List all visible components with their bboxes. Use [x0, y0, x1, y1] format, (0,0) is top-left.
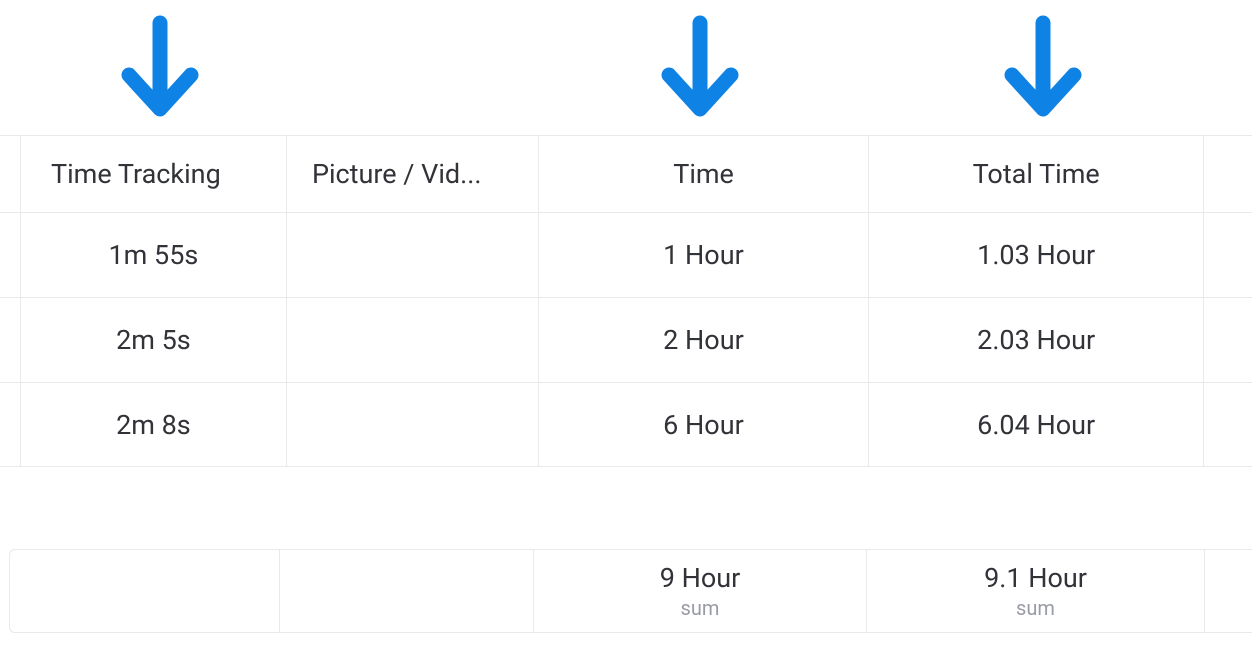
summary-trailing	[1205, 550, 1252, 632]
cell-total-time[interactable]: 2.03 Hour	[869, 298, 1204, 382]
summary-total-time-label: sum	[1016, 596, 1055, 620]
row-leading-spacer	[0, 298, 21, 382]
summary-time-value: 9 Hour	[660, 562, 741, 594]
table-row[interactable]: 2m 5s 2 Hour 2.03 Hour	[0, 297, 1252, 382]
cell-trailing	[1204, 383, 1252, 466]
table-row[interactable]: 2m 8s 6 Hour 6.04 Hour	[0, 382, 1252, 467]
cell-total-time[interactable]: 1.03 Hour	[869, 213, 1204, 297]
summary-cell-time-tracking[interactable]	[12, 550, 280, 632]
column-header-picture-video[interactable]: Picture / Vid...	[287, 136, 539, 212]
data-table: Time Tracking Picture / Vid... Time Tota…	[0, 135, 1252, 467]
row-leading-spacer	[0, 383, 21, 466]
cell-picture-video[interactable]	[287, 383, 539, 466]
arrow-down-icon	[115, 15, 205, 121]
column-header-trailing	[1204, 136, 1252, 212]
cell-picture-video[interactable]	[287, 298, 539, 382]
cell-time[interactable]: 2 Hour	[539, 298, 869, 382]
arrow-down-icon	[655, 15, 745, 121]
summary-cell-total-time[interactable]: 9.1 Hour sum	[867, 550, 1205, 632]
summary-cell-picture-video[interactable]	[280, 550, 534, 632]
cell-time[interactable]: 1 Hour	[539, 213, 869, 297]
cell-trailing	[1204, 213, 1252, 297]
cell-time-tracking[interactable]: 2m 5s	[21, 298, 287, 382]
table-leading-spacer	[0, 136, 21, 212]
cell-total-time[interactable]: 6.04 Hour	[869, 383, 1204, 466]
annotation-arrows	[0, 15, 1252, 133]
cell-time-tracking[interactable]: 2m 8s	[21, 383, 287, 466]
column-header-time[interactable]: Time	[539, 136, 869, 212]
cell-time[interactable]: 6 Hour	[539, 383, 869, 466]
table-row[interactable]: 1m 55s 1 Hour 1.03 Hour	[0, 212, 1252, 297]
cell-time-tracking[interactable]: 1m 55s	[21, 213, 287, 297]
table-summary-row: 9 Hour sum 9.1 Hour sum	[9, 549, 1252, 633]
arrow-down-icon	[998, 15, 1088, 121]
table-header-row: Time Tracking Picture / Vid... Time Tota…	[0, 135, 1252, 212]
row-leading-spacer	[0, 213, 21, 297]
column-header-time-tracking[interactable]: Time Tracking	[21, 136, 287, 212]
cell-picture-video[interactable]	[287, 213, 539, 297]
column-header-total-time[interactable]: Total Time	[869, 136, 1204, 212]
cell-trailing	[1204, 298, 1252, 382]
summary-time-label: sum	[681, 596, 720, 620]
summary-cell-time[interactable]: 9 Hour sum	[534, 550, 867, 632]
summary-total-time-value: 9.1 Hour	[984, 562, 1087, 594]
